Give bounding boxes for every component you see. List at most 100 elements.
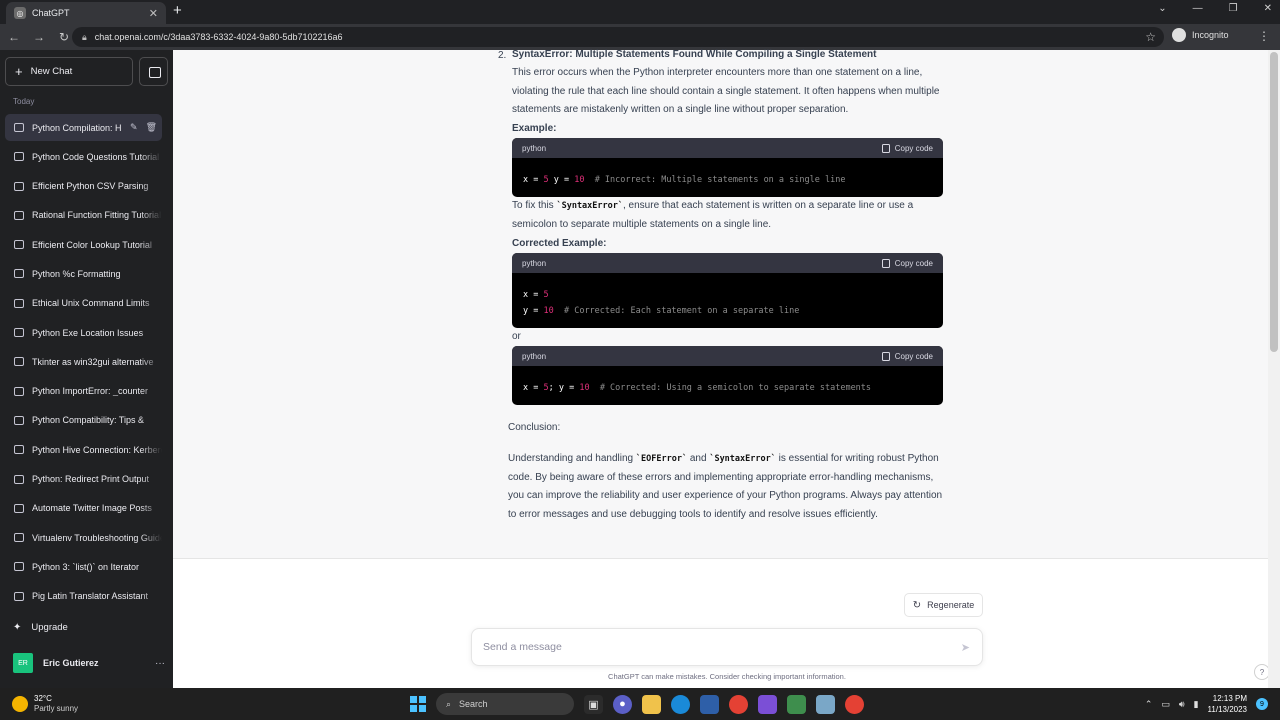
browser-menu-icon[interactable]: ⋮	[1258, 29, 1270, 43]
sidebar-item[interactable]: Automate Twitter Image Posts	[5, 494, 162, 522]
battery-icon[interactable]: ▮	[1194, 699, 1199, 710]
close-window-icon[interactable]: ✕	[1264, 3, 1272, 14]
edge-icon[interactable]	[671, 694, 690, 714]
code-header: python Copy code	[512, 253, 943, 273]
sidebar-item[interactable]: Python Compatibility: Tips &	[5, 406, 162, 434]
sidebar-item[interactable]: Python Hive Connection: Kerberos	[5, 436, 162, 464]
copy-code-button[interactable]: Copy code	[881, 351, 933, 361]
user-menu[interactable]: ER Eric Gutierez ···	[13, 653, 165, 673]
browser-tab[interactable]: ◎ ChatGPT ✕	[6, 2, 166, 24]
or-text: or	[512, 331, 521, 342]
trash-icon[interactable]: 🗑︎	[146, 122, 157, 133]
sidebar-item[interactable]: Efficient Python CSV Parsing	[5, 172, 162, 200]
code-number: 5	[543, 290, 549, 300]
new-chat-button[interactable]: + New Chat	[5, 57, 133, 86]
code-comment: # Corrected: Using a semicolon to separa…	[589, 383, 872, 393]
code-token: x =	[523, 175, 544, 185]
code-content: x = 5 y = 10 # Corrected: Each statement…	[512, 273, 943, 328]
lock-icon[interactable]: 🔒︎	[82, 32, 87, 43]
scrollbar-thumb[interactable]	[1270, 52, 1278, 352]
weather-widget[interactable]: 32°C Partly sunny	[12, 694, 78, 714]
sidebar-item-active[interactable]: Python Compilation: H ✎ 🗑︎	[5, 114, 162, 141]
taskbar-apps: ⌕ Search ▣ ●	[410, 693, 864, 715]
volume-icon[interactable]: 🔊︎	[1179, 699, 1185, 710]
message-composer: ➤	[471, 628, 983, 666]
list-number: 2.	[498, 50, 507, 61]
chat-item-label: Ethical Unix Command Limits	[32, 298, 150, 309]
app-icon[interactable]	[758, 694, 777, 714]
chevron-up-icon[interactable]: ⌃	[1145, 699, 1153, 710]
incognito-indicator[interactable]: Incognito	[1172, 28, 1229, 42]
address-bar[interactable]: 🔒︎ chat.openai.com/c/3daa3783-6332-4024-…	[72, 27, 1164, 47]
clock[interactable]: 12:13 PM 11/13/2023	[1208, 693, 1247, 715]
store-icon[interactable]	[700, 694, 719, 714]
image-app-icon[interactable]	[816, 694, 835, 714]
sidebar-item[interactable]: Tkinter as win32gui alternative	[5, 348, 162, 376]
fade-overlay	[140, 201, 162, 229]
plus-icon: +	[15, 64, 23, 79]
windows-start-icon[interactable]	[410, 696, 426, 712]
sidebar-item[interactable]: Rational Function Fitting Tutorial	[5, 201, 162, 229]
chat-app-icon[interactable]: ●	[613, 694, 632, 714]
more-options-icon[interactable]: ···	[155, 658, 165, 669]
chat-bubble-icon	[14, 415, 24, 425]
notepad-icon[interactable]	[787, 694, 806, 714]
new-tab-button[interactable]: +	[173, 3, 182, 19]
fade-overlay	[140, 465, 162, 493]
send-icon[interactable]: ➤	[961, 641, 970, 654]
code-number: 10	[574, 175, 585, 185]
copy-code-button[interactable]: Copy code	[881, 258, 933, 268]
code-block-incorrect: python Copy code x = 5 y = 10 # Incorrec…	[512, 138, 943, 197]
sidebar-item[interactable]: Python %c Formatting	[5, 260, 162, 288]
sidebar-item[interactable]: Ethical Unix Command Limits	[5, 289, 162, 317]
example-label: Example:	[512, 123, 557, 134]
edit-pencil-icon[interactable]: ✎	[130, 122, 138, 133]
sidebar-item[interactable]: Python Code Questions Tutorial	[5, 143, 162, 171]
code-comment: # Corrected: Each statement on a separat…	[553, 306, 800, 316]
sidebar-item[interactable]: Pig Latin Translator Assistant	[5, 582, 162, 610]
notification-badge[interactable]: 9	[1256, 698, 1268, 710]
scrollbar[interactable]	[1268, 50, 1280, 688]
chevron-down-icon[interactable]: ⌄	[1158, 3, 1166, 14]
chrome-icon[interactable]	[729, 694, 748, 714]
regenerate-label: Regenerate	[927, 600, 975, 610]
chat-item-label: Python Compatibility: Tips &	[32, 415, 145, 426]
sidebar-item[interactable]: Python Exe Location Issues	[5, 319, 162, 347]
avatar: ER	[13, 653, 33, 673]
network-icon[interactable]: ▭	[1161, 699, 1170, 710]
task-view-icon[interactable]: ▣	[584, 694, 603, 714]
sidebar-item[interactable]: Python 3: `list()` on Iterator	[5, 553, 162, 581]
chrome-active-icon[interactable]	[845, 694, 864, 714]
regenerate-button[interactable]: ↻ Regenerate	[904, 593, 983, 617]
sidebar-toggle-button[interactable]	[139, 57, 168, 86]
minimize-icon[interactable]: —	[1193, 3, 1203, 14]
disclaimer-text: ChatGPT can make mistakes. Consider chec…	[608, 672, 846, 681]
sidebar-item[interactable]: Efficient Color Lookup Tutorial	[5, 231, 162, 259]
chat-bubble-icon	[14, 386, 24, 396]
sidebar-item[interactable]: Python: Redirect Print Output	[5, 465, 162, 493]
bookmark-star-icon[interactable]: ☆	[1145, 30, 1156, 44]
tab-title: ChatGPT	[32, 8, 70, 18]
chat-bubble-icon	[14, 328, 24, 338]
code-header: python Copy code	[512, 138, 943, 158]
chat-bubble-icon	[14, 210, 24, 220]
sidebar-item[interactable]: Python ImportError: _counter	[5, 377, 162, 405]
message-input[interactable]	[483, 641, 943, 653]
user-name: Eric Gutierez	[43, 658, 99, 668]
copy-code-button[interactable]: Copy code	[881, 143, 933, 153]
copy-label: Copy code	[894, 258, 933, 268]
forward-icon[interactable]: →	[28, 30, 50, 44]
code-token: y =	[548, 175, 575, 185]
restore-icon[interactable]: ❐	[1229, 3, 1238, 14]
inline-code: `EOFError`	[635, 454, 688, 464]
refresh-icon: ↻	[912, 599, 922, 611]
taskbar-search[interactable]: ⌕ Search	[436, 693, 574, 715]
upgrade-button[interactable]: ✦ Upgrade	[13, 622, 68, 633]
close-icon[interactable]: ✕	[149, 7, 158, 20]
file-explorer-icon[interactable]	[642, 694, 661, 714]
back-icon[interactable]: ←	[3, 30, 25, 44]
sidebar-item[interactable]: Virtualenv Troubleshooting Guide	[5, 524, 162, 552]
chat-bubble-icon	[14, 269, 24, 279]
chat-history-list: Python Compilation: H ✎ 🗑︎ Python Code Q…	[5, 114, 162, 612]
assistant-message: 2. SyntaxError: Multiple Statements Foun…	[173, 49, 1268, 559]
